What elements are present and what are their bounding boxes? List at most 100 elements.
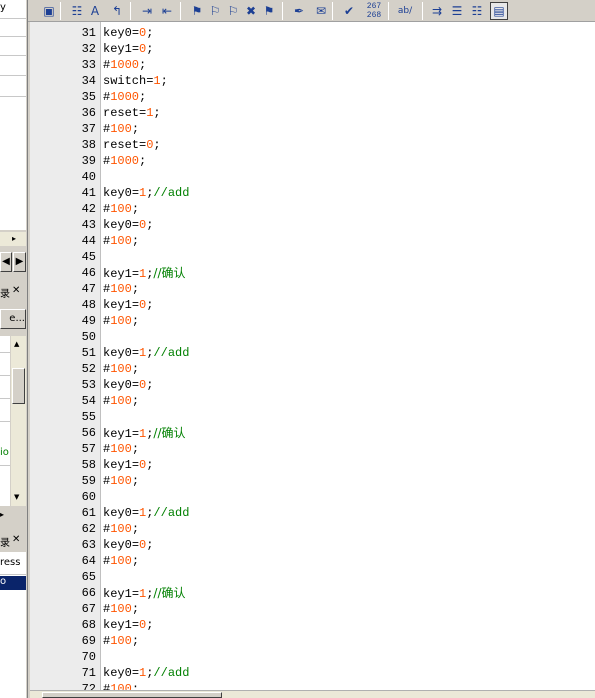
line-number: 67	[81, 602, 96, 616]
scroll-up-icon[interactable]: ▲	[14, 340, 19, 348]
code-identifier: key1	[103, 618, 132, 632]
line-number: 37	[81, 122, 96, 136]
split-icon[interactable]: ☷	[468, 2, 486, 20]
line-number: 49	[81, 314, 96, 328]
attach-icon[interactable]: ✒	[290, 2, 308, 20]
code-line[interactable]: key1=1;//确认	[103, 585, 186, 601]
code-line[interactable]: #100;	[103, 233, 139, 249]
bookmark-prev-icon[interactable]: ⚐	[224, 2, 242, 20]
code-line[interactable]: #100;	[103, 521, 139, 537]
scroll-left-icon[interactable]: ◀	[0, 252, 12, 272]
bookmark-next-icon[interactable]: ⚐	[206, 2, 224, 20]
code-line[interactable]: #100;	[103, 601, 139, 617]
editor-scroll-thumb[interactable]	[42, 692, 222, 698]
toolbar-separator	[180, 2, 181, 20]
code-line[interactable]: #100;	[103, 553, 139, 569]
scroll-thumb[interactable]	[12, 368, 25, 404]
line-number: 52	[81, 362, 96, 376]
spellcheck-icon[interactable]: ✔	[340, 2, 358, 20]
code-operator: =	[131, 42, 140, 56]
pane2-close-icon[interactable]: ✕	[12, 534, 20, 545]
line-number: 31	[81, 26, 96, 40]
scroll-right-icon[interactable]: ▶	[13, 252, 26, 272]
code-terminator: ;	[131, 202, 140, 216]
code-operator: =	[131, 427, 140, 441]
code-line[interactable]: #100;	[103, 201, 139, 217]
code-line[interactable]: switch=1;	[103, 73, 168, 89]
scroll-down-icon[interactable]: ▼	[14, 493, 19, 501]
code-line[interactable]: #100;	[103, 121, 139, 137]
bookmark-list-icon[interactable]: ⚑	[260, 2, 278, 20]
spell-ab-icon[interactable]: ab/	[396, 2, 414, 20]
code-line[interactable]: key1=0;	[103, 41, 153, 57]
bookmark-clear-icon[interactable]: ✖	[242, 2, 260, 20]
code-line[interactable]: key0=0;	[103, 217, 153, 233]
code-line[interactable]: key0=0;	[103, 537, 153, 553]
code-number: 100	[110, 202, 132, 216]
wrap-icon[interactable]: ⇉	[428, 2, 446, 20]
code-terminator: ;	[131, 122, 140, 136]
code-comment: //确认	[153, 586, 186, 600]
code-line[interactable]: key1=0;	[103, 297, 153, 313]
code-line[interactable]: key0=1;//add	[103, 665, 189, 681]
goto-icon[interactable]: ↰	[108, 2, 126, 20]
line-number: 69	[81, 634, 96, 648]
panel-icon[interactable]: ▣	[40, 2, 58, 20]
find-icon[interactable]: ☷	[68, 2, 86, 20]
line-number: 47	[81, 282, 96, 296]
code-number: 100	[110, 234, 132, 248]
code-comment: //add	[153, 506, 190, 520]
code-number: 100	[110, 634, 132, 648]
line-number: 54	[81, 394, 96, 408]
code-number: 100	[110, 442, 132, 456]
line-number: 44	[81, 234, 96, 248]
code-line[interactable]: #100;	[103, 441, 139, 457]
code-line[interactable]: #100;	[103, 361, 139, 377]
code-line[interactable]: #100;	[103, 393, 139, 409]
code-line[interactable]: #100;	[103, 281, 139, 297]
file-list[interactable]	[0, 0, 26, 230]
view-icon[interactable]: ▤	[490, 2, 508, 20]
code-line[interactable]: reset=0;	[103, 137, 161, 153]
code-number: 100	[110, 362, 132, 376]
browse-button[interactable]: e...	[0, 309, 26, 329]
code-terminator: ;	[146, 458, 154, 472]
column-icon[interactable]: ☰	[448, 2, 466, 20]
code-line[interactable]: #100;	[103, 473, 139, 489]
code-line[interactable]: key1=1;//确认	[103, 425, 186, 441]
bookmark-icon[interactable]: ⚑	[188, 2, 206, 20]
line-number: 40	[81, 170, 96, 184]
code-line[interactable]: key0=0;	[103, 377, 153, 393]
code-line[interactable]: key1=1;//确认	[103, 265, 186, 281]
line-number: 39	[81, 154, 96, 168]
pane-close-icon[interactable]: ✕	[12, 285, 20, 296]
code-line[interactable]: #100;	[103, 633, 139, 649]
code-line[interactable]: key0=1;//add	[103, 345, 189, 361]
code-line[interactable]: key1=0;	[103, 457, 153, 473]
selected-row-text: o	[0, 576, 7, 587]
code-identifier: key0	[103, 666, 132, 680]
code-line[interactable]: key0=1;//add	[103, 185, 189, 201]
code-editor[interactable]: key0=0; key1=0; #1000; switch=1; #1000; reset…	[101, 22, 595, 698]
vertical-scrollbar[interactable]	[11, 336, 26, 506]
line-compare-icon[interactable]: 267 268	[362, 2, 386, 20]
code-number: 100	[110, 122, 132, 136]
code-line[interactable]: key0=1;//add	[103, 505, 189, 521]
code-line[interactable]: #1000;	[103, 153, 146, 169]
code-line[interactable]: reset=1;	[103, 105, 161, 121]
script-icon[interactable]: ✉	[312, 2, 330, 20]
replace-icon[interactable]: A	[86, 2, 104, 20]
code-line[interactable]: #1000;	[103, 57, 146, 73]
code-operator: =	[131, 538, 140, 552]
unindent-icon[interactable]: ⇤	[158, 2, 176, 20]
indent-icon[interactable]: ⇥	[138, 2, 156, 20]
code-comment: //add	[153, 346, 190, 360]
code-line[interactable]: key0=0;	[103, 25, 153, 41]
code-line[interactable]: #1000;	[103, 89, 146, 105]
code-line[interactable]: key1=0;	[103, 617, 153, 633]
scroll-right-small-icon[interactable]: ▸	[12, 234, 16, 243]
editor-horizontal-scrollbar[interactable]	[30, 690, 595, 698]
selected-row[interactable]: o	[0, 576, 26, 590]
code-line[interactable]: #100;	[103, 313, 139, 329]
code-identifier: reset	[103, 106, 140, 120]
